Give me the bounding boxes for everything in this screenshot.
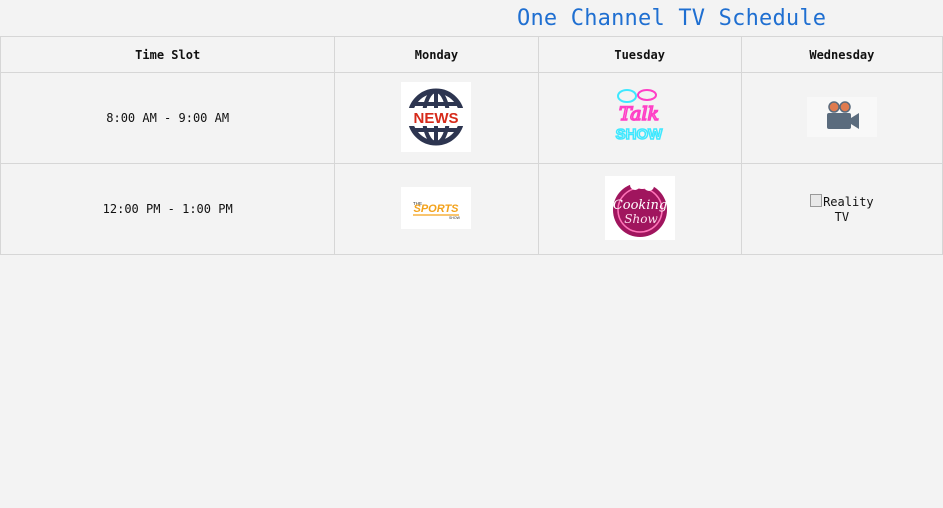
wednesday-cell: Reality TV <box>740 163 943 255</box>
talk-show-line2: SHOW <box>615 126 663 143</box>
movie-camera-icon <box>806 96 877 140</box>
talk-show-line1: Talk <box>619 103 659 125</box>
monday-cell: NEWS <box>334 72 539 164</box>
sports-logo-sub: SHOW <box>449 216 461 220</box>
header-time-slot: Time Slot <box>0 36 336 73</box>
schedule-table: Time Slot Monday Tuesday Wednesday 8:00 … <box>0 36 943 255</box>
monday-cell: THE SPORTS SHOW <box>334 163 539 255</box>
talk-show-logo-icon: Talk SHOW <box>605 82 675 155</box>
tuesday-cell: Cooking Show <box>537 163 742 255</box>
tuesday-cell: Talk SHOW <box>537 72 742 164</box>
page-title: One Channel TV Schedule <box>517 6 827 31</box>
cooking-show-line1: Cooking <box>612 198 666 213</box>
cooking-show-logo-icon: Cooking Show <box>604 175 675 243</box>
time-slot-cell: 8:00 AM - 9:00 AM <box>0 72 336 164</box>
wednesday-cell <box>740 72 943 164</box>
sports-logo-text: SPORTS <box>414 203 460 215</box>
cooking-show-line2: Show <box>624 212 658 226</box>
header-row: Time Slot Monday Tuesday Wednesday <box>0 36 943 73</box>
header-wednesday: Wednesday <box>740 36 943 73</box>
news-logo-icon: NEWS <box>401 81 472 155</box>
time-slot-cell: 12:00 PM - 1:00 PM <box>0 163 336 255</box>
news-logo-text: NEWS <box>414 110 459 127</box>
table-row: 12:00 PM - 1:00 PM THE SPORTS SHOW Cooki… <box>0 163 943 255</box>
broken-image-reality-tv: Reality TV <box>802 193 882 225</box>
broken-image-icon <box>810 193 823 207</box>
broken-image-alt-text: Reality TV <box>823 194 874 224</box>
header-monday: Monday <box>334 36 539 73</box>
table-row: 8:00 AM - 9:00 AM NEWS Talk SHOW <box>0 72 943 164</box>
sports-logo-icon: THE SPORTS SHOW <box>401 186 472 232</box>
header-tuesday: Tuesday <box>537 36 742 73</box>
